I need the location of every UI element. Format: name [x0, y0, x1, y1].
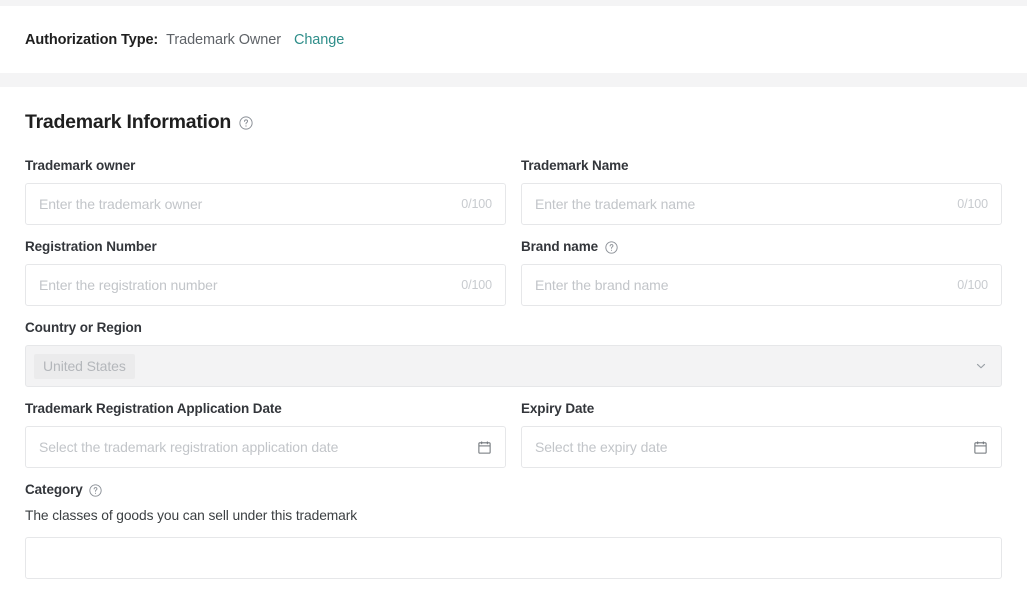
- category-label-text: Category: [25, 482, 83, 498]
- trademark-owner-counter: 0/100: [461, 197, 492, 211]
- page-title: Trademark Information: [25, 111, 1002, 134]
- section-separator: [0, 73, 1027, 87]
- form-row-country: Country or Region United States: [25, 320, 1002, 387]
- form-row-registration-brand: Registration Number Enter the registrati…: [25, 239, 1002, 306]
- registration-number-label: Registration Number: [25, 239, 506, 255]
- brand-name-input[interactable]: Enter the brand name 0/100: [521, 264, 1002, 306]
- category-label: Category: [25, 482, 1002, 498]
- application-date-label: Trademark Registration Application Date: [25, 401, 506, 417]
- change-authorization-link[interactable]: Change: [294, 32, 344, 48]
- question-circle-icon[interactable]: [604, 240, 618, 254]
- field-expiry-date: Expiry Date Select the expiry date: [521, 401, 1002, 468]
- form-row-owner-name: Trademark owner Enter the trademark owne…: [25, 158, 1002, 225]
- authorization-type-label: Authorization Type:: [25, 32, 158, 48]
- calendar-icon[interactable]: [973, 440, 988, 455]
- country-or-region-label-text: Country or Region: [25, 320, 142, 336]
- country-or-region-select[interactable]: United States: [25, 345, 1002, 387]
- trademark-owner-input[interactable]: Enter the trademark owner 0/100: [25, 183, 506, 225]
- expiry-date-label-text: Expiry Date: [521, 401, 594, 417]
- page-root: Authorization Type: Trademark Owner Chan…: [0, 0, 1027, 615]
- expiry-date-placeholder: Select the expiry date: [535, 439, 963, 455]
- brand-name-label-text: Brand name: [521, 239, 598, 255]
- trademark-information-card: Trademark Information Trademark owner En…: [0, 87, 1027, 615]
- country-or-region-label: Country or Region: [25, 320, 1002, 336]
- section-title-text: Trademark Information: [25, 111, 231, 134]
- trademark-name-label-text: Trademark Name: [521, 158, 628, 174]
- application-date-label-text: Trademark Registration Application Date: [25, 401, 282, 417]
- category-description: The classes of goods you can sell under …: [25, 507, 1002, 525]
- registration-number-label-text: Registration Number: [25, 239, 157, 255]
- question-circle-icon[interactable]: [89, 483, 103, 497]
- field-country-or-region: Country or Region United States: [25, 320, 1002, 387]
- brand-name-placeholder: Enter the brand name: [535, 277, 947, 293]
- field-registration-number: Registration Number Enter the registrati…: [25, 239, 506, 306]
- expiry-date-label: Expiry Date: [521, 401, 1002, 417]
- trademark-name-label: Trademark Name: [521, 158, 1002, 174]
- trademark-name-placeholder: Enter the trademark name: [535, 196, 947, 212]
- authorization-type-card: Authorization Type: Trademark Owner Chan…: [0, 6, 1027, 73]
- field-brand-name: Brand name Enter the brand name 0/100: [521, 239, 1002, 306]
- registration-number-counter: 0/100: [461, 278, 492, 292]
- field-trademark-name: Trademark Name Enter the trademark name …: [521, 158, 1002, 225]
- registration-number-placeholder: Enter the registration number: [39, 277, 451, 293]
- trademark-name-counter: 0/100: [957, 197, 988, 211]
- application-date-input[interactable]: Select the trademark registration applic…: [25, 426, 506, 468]
- chevron-down-icon[interactable]: [974, 359, 988, 373]
- registration-number-input[interactable]: Enter the registration number 0/100: [25, 264, 506, 306]
- brand-name-label: Brand name: [521, 239, 1002, 255]
- country-chip: United States: [34, 354, 135, 379]
- category-input[interactable]: [25, 537, 1002, 579]
- authorization-type-value: Trademark Owner: [166, 32, 281, 48]
- trademark-owner-label: Trademark owner: [25, 158, 506, 174]
- trademark-name-input[interactable]: Enter the trademark name 0/100: [521, 183, 1002, 225]
- form-row-dates: Trademark Registration Application Date …: [25, 401, 1002, 468]
- expiry-date-input[interactable]: Select the expiry date: [521, 426, 1002, 468]
- brand-name-counter: 0/100: [957, 278, 988, 292]
- authorization-type-row: Authorization Type: Trademark Owner Chan…: [25, 32, 344, 48]
- trademark-owner-label-text: Trademark owner: [25, 158, 135, 174]
- field-application-date: Trademark Registration Application Date …: [25, 401, 506, 468]
- field-category: Category The classes of goods you can se…: [25, 482, 1002, 579]
- calendar-icon[interactable]: [477, 440, 492, 455]
- question-circle-icon[interactable]: [239, 116, 253, 130]
- field-trademark-owner: Trademark owner Enter the trademark owne…: [25, 158, 506, 225]
- trademark-owner-placeholder: Enter the trademark owner: [39, 196, 451, 212]
- application-date-placeholder: Select the trademark registration applic…: [39, 439, 467, 455]
